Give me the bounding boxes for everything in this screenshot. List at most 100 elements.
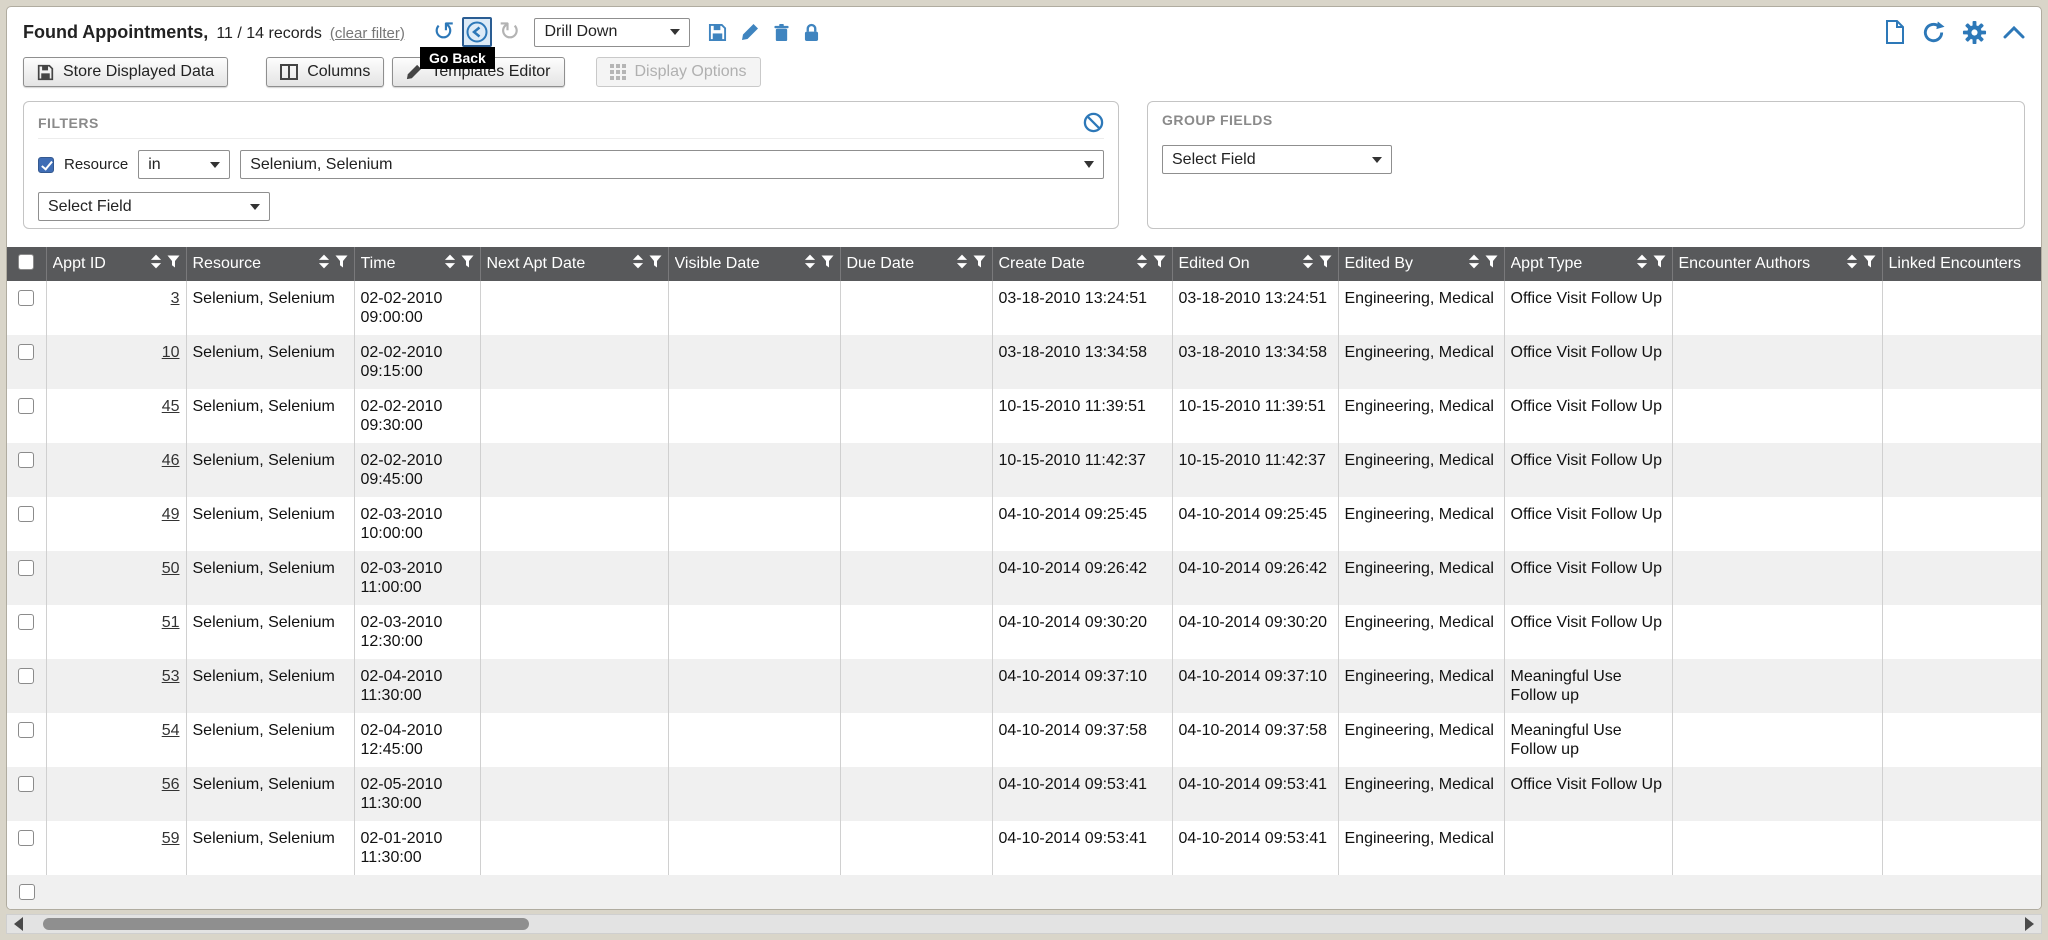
horizontal-scrollbar-thumb[interactable]	[43, 918, 529, 930]
scroll-right-arrow-icon[interactable]	[2025, 917, 2034, 931]
column-filter-icon[interactable]	[461, 255, 474, 273]
edit-pencil-icon[interactable]	[741, 23, 759, 41]
appt-id-link[interactable]: 54	[162, 722, 180, 739]
column-header-edited_by[interactable]: Edited By	[1338, 247, 1504, 281]
document-icon[interactable]	[1885, 20, 1905, 44]
column-filter-icon[interactable]	[1153, 255, 1166, 273]
appt-id-link[interactable]: 45	[162, 398, 180, 415]
column-header-edited_on[interactable]: Edited On	[1172, 247, 1338, 281]
row-checkbox[interactable]	[18, 452, 34, 468]
sort-icon[interactable]	[150, 254, 162, 274]
store-displayed-data-button[interactable]: Store Displayed Data	[23, 57, 228, 87]
group-fields-header: GROUP FIELDS	[1162, 112, 2010, 133]
row-checkbox[interactable]	[18, 776, 34, 792]
drill-down-value: Drill Down	[544, 23, 617, 41]
select-all-checkbox[interactable]	[18, 254, 34, 270]
cell-create_date: 04-10-2014 09:53:41	[992, 767, 1172, 821]
row-checkbox[interactable]	[18, 398, 34, 414]
column-filter-icon[interactable]	[973, 255, 986, 273]
column-filter-icon[interactable]	[649, 255, 662, 273]
row-checkbox[interactable]	[18, 560, 34, 576]
filter-operator-value: in	[148, 156, 160, 174]
column-header-appt_id[interactable]: Appt ID	[46, 247, 186, 281]
column-header-encounter_authors[interactable]: Encounter Authors	[1672, 247, 1882, 281]
settings-gear-icon[interactable]	[1962, 20, 1987, 45]
appt-id-link[interactable]: 3	[171, 290, 180, 307]
column-filter-icon[interactable]	[167, 255, 180, 273]
group-field-select[interactable]: Select Field	[1162, 145, 1392, 174]
row-checkbox[interactable]	[19, 884, 35, 900]
appt-id-link[interactable]: 53	[162, 668, 180, 685]
cell-time: 02-03-2010 12:30:00	[354, 605, 480, 659]
column-filter-icon[interactable]	[821, 255, 834, 273]
appt-id-link[interactable]: 49	[162, 506, 180, 523]
filter-row: Resource in Selenium, Selenium	[38, 150, 1104, 179]
appt-id-link[interactable]: 56	[162, 776, 180, 793]
cell-appt-id: 45	[46, 389, 186, 443]
column-filter-icon[interactable]	[1319, 255, 1332, 273]
row-select-cell	[7, 551, 46, 605]
appt-id-link[interactable]: 50	[162, 560, 180, 577]
horizontal-scrollbar[interactable]	[6, 914, 2042, 934]
go-back-button[interactable]	[462, 17, 492, 47]
filter-add-field-select[interactable]: Select Field	[38, 192, 270, 221]
table-row: 54Selenium, Selenium02-04-2010 12:45:000…	[7, 713, 2042, 767]
filter-value-select[interactable]: Selenium, Selenium	[240, 150, 1104, 179]
undo-icon[interactable]: ↺	[433, 19, 455, 45]
column-header-visible_date[interactable]: Visible Date	[668, 247, 840, 281]
sort-icon[interactable]	[1846, 254, 1858, 274]
drill-down-select[interactable]: Drill Down	[534, 18, 690, 47]
refresh-icon[interactable]	[1921, 20, 1946, 45]
column-filter-icon[interactable]	[1653, 255, 1666, 273]
delete-trash-icon[interactable]	[773, 23, 790, 42]
filter-operator-select[interactable]: in	[138, 150, 230, 179]
column-label: Appt Type	[1511, 255, 1583, 273]
row-checkbox[interactable]	[18, 830, 34, 846]
cell-create_date: 04-10-2014 09:26:42	[992, 551, 1172, 605]
column-header-next_apt_date[interactable]: Next Apt Date	[480, 247, 668, 281]
sort-icon[interactable]	[956, 254, 968, 274]
cell-due_date	[840, 389, 992, 443]
appt-id-link[interactable]: 59	[162, 830, 180, 847]
save-icon[interactable]	[708, 23, 727, 42]
column-filter-icon[interactable]	[1485, 255, 1498, 273]
column-header-appt_type[interactable]: Appt Type	[1504, 247, 1672, 281]
sort-icon[interactable]	[1636, 254, 1648, 274]
cell-appt-id: 54	[46, 713, 186, 767]
appointments-table: Appt IDResourceTimeNext Apt DateVisible …	[7, 247, 2042, 910]
sort-icon[interactable]	[444, 254, 456, 274]
row-checkbox[interactable]	[18, 506, 34, 522]
filter-enabled-checkbox[interactable]	[38, 157, 54, 173]
lock-icon[interactable]	[804, 23, 819, 42]
column-header-due_date[interactable]: Due Date	[840, 247, 992, 281]
column-header-time[interactable]: Time	[354, 247, 480, 281]
sort-icon[interactable]	[1468, 254, 1480, 274]
row-checkbox[interactable]	[18, 290, 34, 306]
appt-id-link[interactable]: 10	[162, 344, 180, 361]
column-header-create_date[interactable]: Create Date	[992, 247, 1172, 281]
column-filter-icon[interactable]	[335, 255, 348, 273]
row-checkbox[interactable]	[18, 614, 34, 630]
scroll-left-arrow-icon[interactable]	[14, 917, 23, 931]
row-select-cell	[7, 281, 46, 335]
clear-filter-link[interactable]: (clear filter)	[330, 25, 405, 42]
sort-icon[interactable]	[632, 254, 644, 274]
go-forward-icon[interactable]: ↻	[499, 19, 521, 45]
column-header-resource[interactable]: Resource	[186, 247, 354, 281]
cell-next_apt_date	[480, 551, 668, 605]
sort-icon[interactable]	[1136, 254, 1148, 274]
row-checkbox[interactable]	[18, 722, 34, 738]
columns-button[interactable]: Columns	[266, 57, 384, 87]
appt-id-link[interactable]: 46	[162, 452, 180, 469]
column-filter-icon[interactable]	[1863, 255, 1876, 273]
clear-filters-icon[interactable]	[1083, 112, 1104, 133]
row-checkbox[interactable]	[18, 344, 34, 360]
sort-icon[interactable]	[1302, 254, 1314, 274]
column-header-linked_encounters[interactable]: Linked Encounters	[1882, 247, 2042, 281]
sort-icon[interactable]	[318, 254, 330, 274]
collapse-chevron-up-icon[interactable]	[2003, 25, 2025, 39]
cell-next_apt_date	[480, 767, 668, 821]
sort-icon[interactable]	[804, 254, 816, 274]
appt-id-link[interactable]: 51	[162, 614, 180, 631]
row-checkbox[interactable]	[18, 668, 34, 684]
